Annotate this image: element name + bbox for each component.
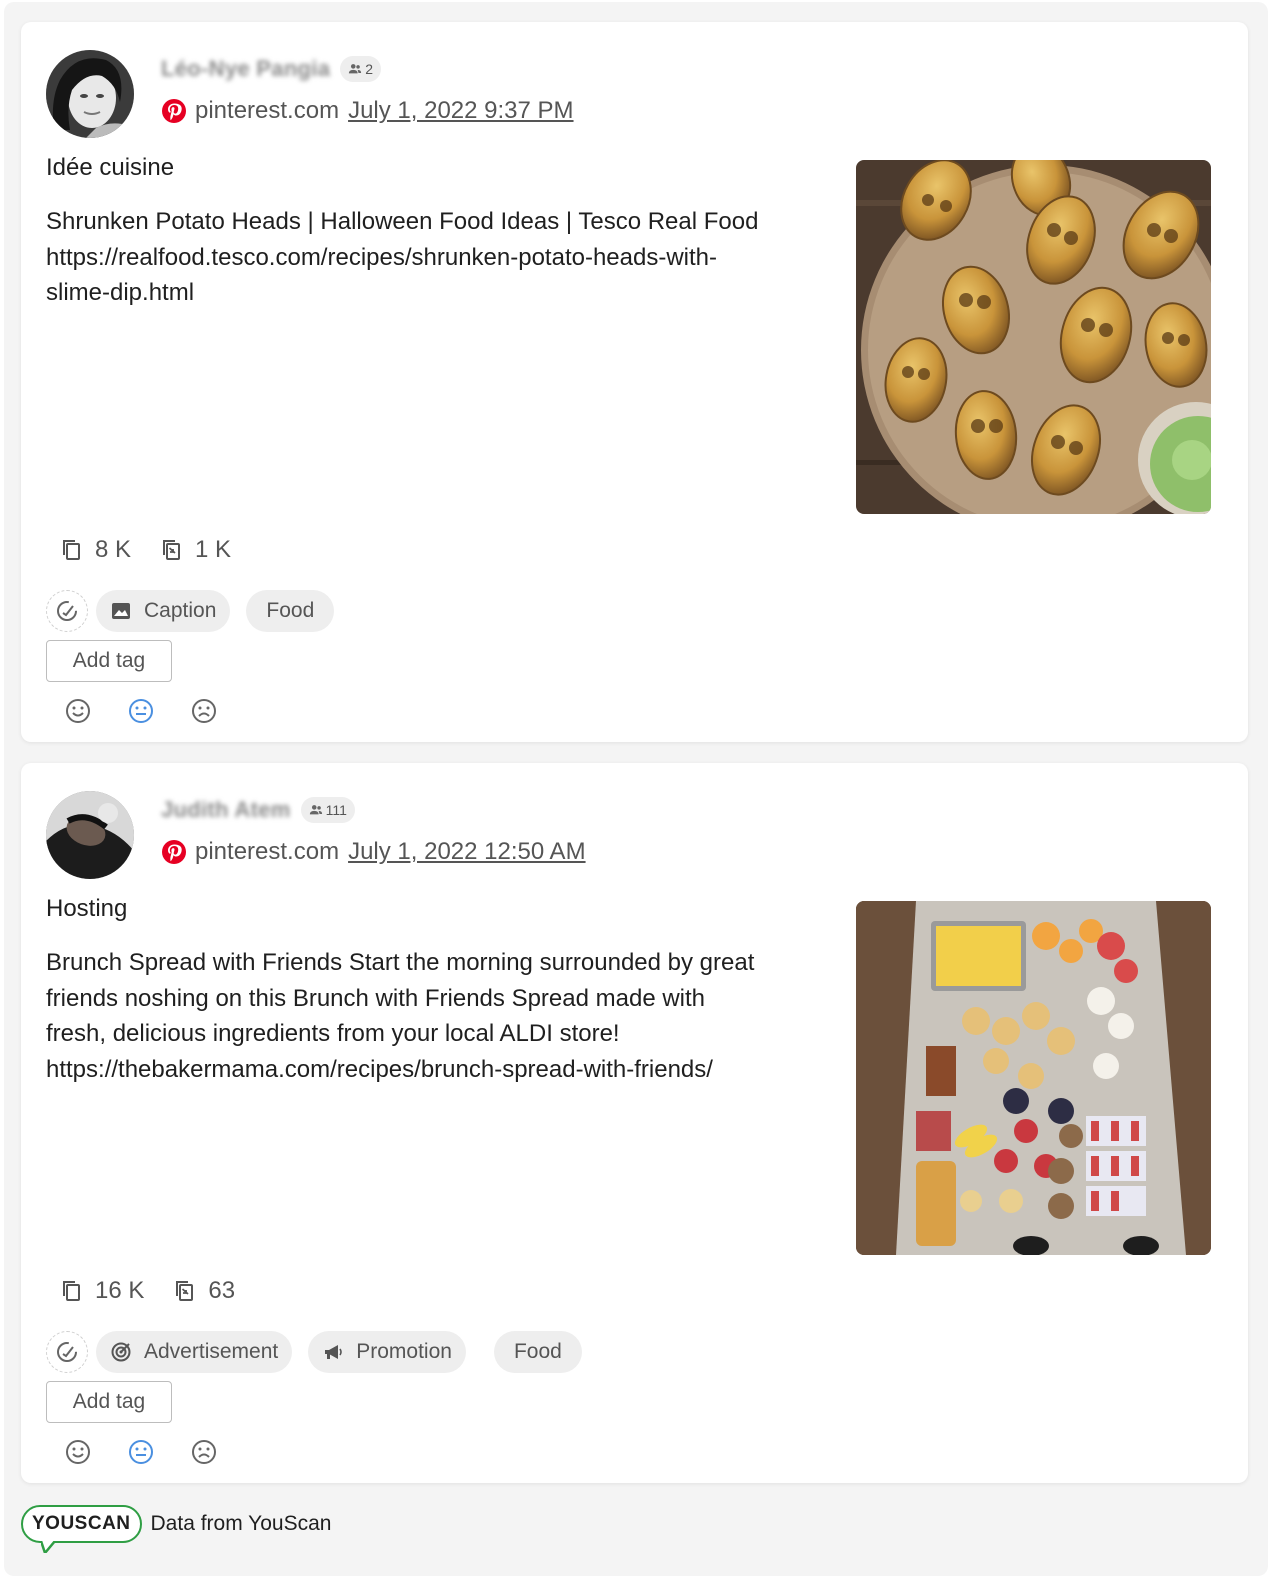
- auto-tag-icon[interactable]: [46, 1331, 88, 1373]
- post-title: Idée cuisine: [46, 154, 175, 181]
- author-name[interactable]: Judith Atem: [161, 797, 291, 823]
- copy-icon: [63, 540, 80, 560]
- footer: YOUSCAN Data from YouScan: [21, 1502, 332, 1553]
- post-image[interactable]: [856, 901, 1211, 1255]
- footer-text: Data from YouScan: [150, 1512, 332, 1535]
- pinterest-icon: [162, 99, 186, 123]
- tag-label: Food: [266, 599, 315, 622]
- repin-icon: [176, 1281, 194, 1301]
- repins-count: 63: [208, 1277, 236, 1304]
- avatar[interactable]: [46, 50, 134, 138]
- mention-card: Léo-Nye Pangia 2 pinterest.com July 1, 2…: [21, 22, 1248, 742]
- repins-count: 1 K: [195, 536, 232, 563]
- saves-count: 8 K: [95, 536, 132, 563]
- tag-label: Advertisement: [144, 1340, 279, 1363]
- speech-tail-icon: [41, 1541, 56, 1553]
- avatar[interactable]: [46, 791, 134, 879]
- source-domain: pinterest.com: [195, 838, 340, 865]
- author-name[interactable]: Léo-Nye Pangia: [161, 56, 330, 82]
- post-text: Shrunken Potato Heads | Halloween Food I…: [46, 208, 759, 306]
- followers-count: 2: [365, 61, 374, 77]
- tag-food[interactable]: Food: [493, 1331, 582, 1373]
- saves-metric: 16 K: [59, 1277, 144, 1305]
- tag-label: Promotion: [356, 1340, 452, 1363]
- positive-sentiment-icon[interactable]: [65, 698, 91, 724]
- repins-metric: 1 K: [159, 536, 231, 564]
- add-tag-button[interactable]: Add tag: [46, 640, 172, 682]
- source-domain: pinterest.com: [195, 97, 340, 124]
- add-tag-button[interactable]: Add tag: [46, 1381, 172, 1423]
- people-icon: [349, 64, 362, 74]
- neutral-sentiment-icon[interactable]: [128, 698, 154, 724]
- tag-label: Caption: [144, 599, 217, 622]
- tag-food[interactable]: Food: [246, 590, 335, 632]
- negative-sentiment-icon[interactable]: [191, 1439, 217, 1465]
- target-icon: [111, 1342, 131, 1362]
- saves-count: 16 K: [95, 1277, 145, 1304]
- copy-icon: [63, 1281, 80, 1301]
- neutral-sentiment-icon[interactable]: [128, 1439, 154, 1465]
- followers-badge: 111: [300, 797, 355, 823]
- mention-card: Judith Atem 111 pinterest.com July 1, 20…: [21, 763, 1248, 1483]
- youscan-logo: YOUSCAN: [21, 1505, 142, 1553]
- tag-advertisement[interactable]: Advertisement: [96, 1331, 293, 1373]
- tag-promotion[interactable]: Promotion: [308, 1331, 466, 1373]
- post-title: Hosting: [46, 895, 128, 922]
- repin-icon: [163, 540, 181, 560]
- pinterest-icon: [162, 840, 186, 864]
- megaphone-icon: [325, 1345, 343, 1359]
- auto-tag-icon[interactable]: [46, 590, 88, 632]
- youscan-logo-text: YOUSCAN: [32, 1513, 131, 1534]
- post-text: Brunch Spread with Friends Start the mor…: [46, 949, 755, 1083]
- tag-label: Food: [513, 1340, 562, 1363]
- post-date-link[interactable]: July 1, 2022 12:50 AM: [348, 838, 586, 866]
- tag-caption[interactable]: Caption: [96, 590, 231, 632]
- followers-count: 111: [325, 802, 347, 818]
- repins-metric: 63: [172, 1277, 235, 1305]
- followers-badge: 2: [340, 56, 382, 82]
- people-icon: [309, 805, 322, 815]
- negative-sentiment-icon[interactable]: [191, 698, 217, 724]
- post-date-link[interactable]: July 1, 2022 9:37 PM: [348, 97, 573, 125]
- saves-metric: 8 K: [59, 536, 131, 564]
- image-icon: [112, 603, 130, 619]
- post-image[interactable]: [856, 160, 1211, 514]
- positive-sentiment-icon[interactable]: [65, 1439, 91, 1465]
